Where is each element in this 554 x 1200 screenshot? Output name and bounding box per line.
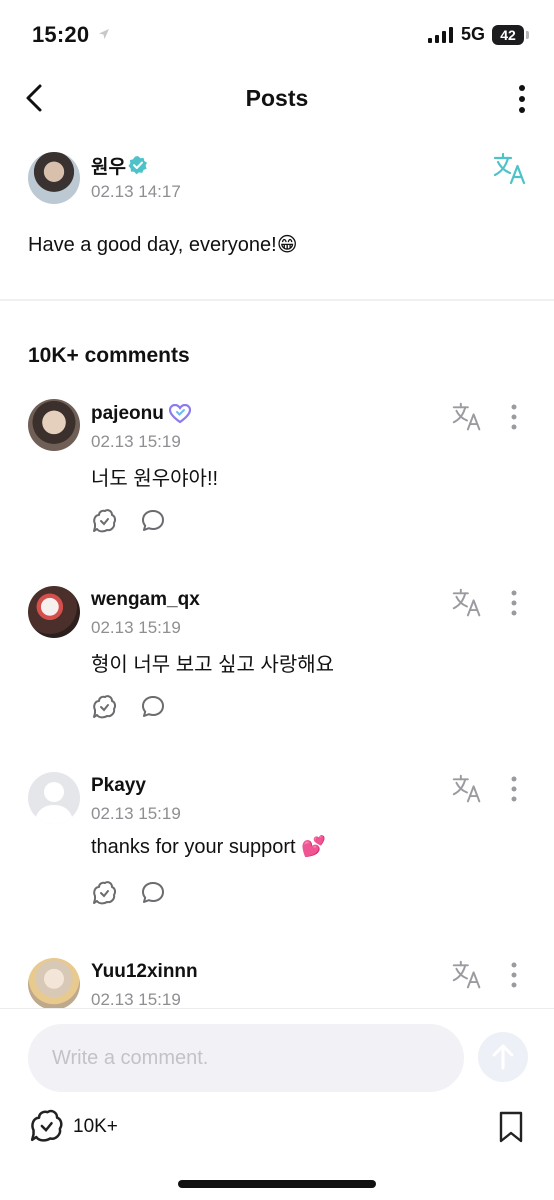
comment-date: 02.13 15:19 bbox=[91, 990, 181, 1009]
translate-icon bbox=[452, 960, 481, 989]
more-vertical-icon bbox=[511, 776, 517, 802]
comment-text: thanks for your support 💕 bbox=[91, 834, 326, 859]
comment-reply-button[interactable] bbox=[140, 694, 166, 720]
comment-reply-button[interactable] bbox=[140, 880, 166, 906]
translate-comment-button[interactable] bbox=[452, 774, 482, 804]
send-button[interactable] bbox=[478, 1032, 528, 1082]
more-options-button[interactable] bbox=[506, 82, 538, 116]
comment-more-button[interactable] bbox=[504, 402, 524, 432]
comment-more-button[interactable] bbox=[504, 774, 524, 804]
comment-username[interactable]: wengam_qx bbox=[91, 589, 200, 611]
more-vertical-icon bbox=[519, 85, 525, 113]
like-icon bbox=[93, 881, 117, 905]
home-indicator bbox=[178, 1180, 376, 1188]
comment-username[interactable]: Pkayy bbox=[91, 775, 146, 797]
speech-bubble-icon bbox=[142, 882, 164, 903]
comment-avatar[interactable] bbox=[28, 772, 80, 824]
like-count: 10K+ bbox=[73, 1116, 118, 1137]
location-arrow-icon bbox=[99, 29, 109, 39]
post-date: 02.13 14:17 bbox=[91, 182, 181, 201]
comment-text: 너도 원우야아!! bbox=[91, 468, 219, 490]
translate-icon bbox=[452, 588, 481, 617]
like-icon bbox=[30, 1109, 63, 1142]
comment-text-content: thanks for your support bbox=[91, 836, 302, 858]
translate-comment-button[interactable] bbox=[452, 960, 482, 990]
arrow-up-icon bbox=[492, 1044, 514, 1070]
post-like-button[interactable] bbox=[28, 1108, 64, 1144]
translate-post-button[interactable] bbox=[493, 152, 527, 186]
translate-icon bbox=[452, 402, 481, 431]
two-hearts-emoji: 💕 bbox=[301, 834, 327, 858]
comment-like-button[interactable] bbox=[91, 508, 117, 534]
speech-bubble-icon bbox=[142, 510, 164, 531]
post-body: Have a good day, everyone!😁 bbox=[28, 232, 298, 257]
signal-icon bbox=[428, 27, 453, 43]
comment-avatar[interactable] bbox=[28, 958, 80, 1010]
comment-reply-button[interactable] bbox=[140, 508, 166, 534]
comment-username[interactable]: Yuu12xinnn bbox=[91, 961, 198, 983]
battery-tip bbox=[526, 31, 529, 39]
comment-date: 02.13 15:19 bbox=[91, 618, 181, 637]
status-time: 15:20 bbox=[32, 22, 90, 47]
comment-date: 02.13 15:19 bbox=[91, 804, 181, 823]
more-vertical-icon bbox=[511, 590, 517, 616]
comment-avatar[interactable] bbox=[28, 399, 80, 451]
section-divider bbox=[0, 299, 554, 301]
comment-more-button[interactable] bbox=[504, 960, 524, 990]
comments-count: 10K+ comments bbox=[28, 344, 190, 367]
bookmark-button[interactable] bbox=[497, 1110, 525, 1144]
speech-bubble-icon bbox=[142, 696, 164, 717]
bottom-divider bbox=[0, 1008, 554, 1009]
comment-date: 02.13 15:19 bbox=[91, 432, 181, 451]
grinning-emoji: 😁 bbox=[276, 232, 298, 256]
comment-input[interactable] bbox=[28, 1024, 464, 1092]
comment-avatar[interactable] bbox=[28, 586, 80, 638]
more-vertical-icon bbox=[511, 962, 517, 988]
battery-icon: 42 bbox=[492, 25, 524, 45]
default-avatar-icon bbox=[34, 782, 74, 824]
comment-text: 형이 너무 보고 싶고 사랑해요 bbox=[91, 654, 335, 676]
like-icon bbox=[93, 695, 117, 719]
author-avatar[interactable] bbox=[28, 152, 80, 204]
network-type: 5G bbox=[461, 24, 486, 44]
heart-badge-icon bbox=[169, 404, 191, 424]
translate-icon bbox=[452, 774, 481, 803]
more-vertical-icon bbox=[511, 404, 517, 430]
comment-like-button[interactable] bbox=[91, 694, 117, 720]
page-title: Posts bbox=[245, 85, 309, 111]
translate-icon bbox=[493, 152, 526, 185]
post-author[interactable]: 원우 bbox=[91, 152, 126, 179]
like-icon bbox=[93, 509, 117, 533]
translate-comment-button[interactable] bbox=[452, 402, 482, 432]
bookmark-icon bbox=[499, 1111, 523, 1143]
translate-comment-button[interactable] bbox=[452, 588, 482, 618]
comment-more-button[interactable] bbox=[504, 588, 524, 618]
post-text: Have a good day, everyone! bbox=[28, 234, 277, 256]
verified-badge-icon bbox=[128, 156, 147, 175]
comment-username[interactable]: pajeonu bbox=[91, 403, 164, 425]
comment-like-button[interactable] bbox=[91, 880, 117, 906]
